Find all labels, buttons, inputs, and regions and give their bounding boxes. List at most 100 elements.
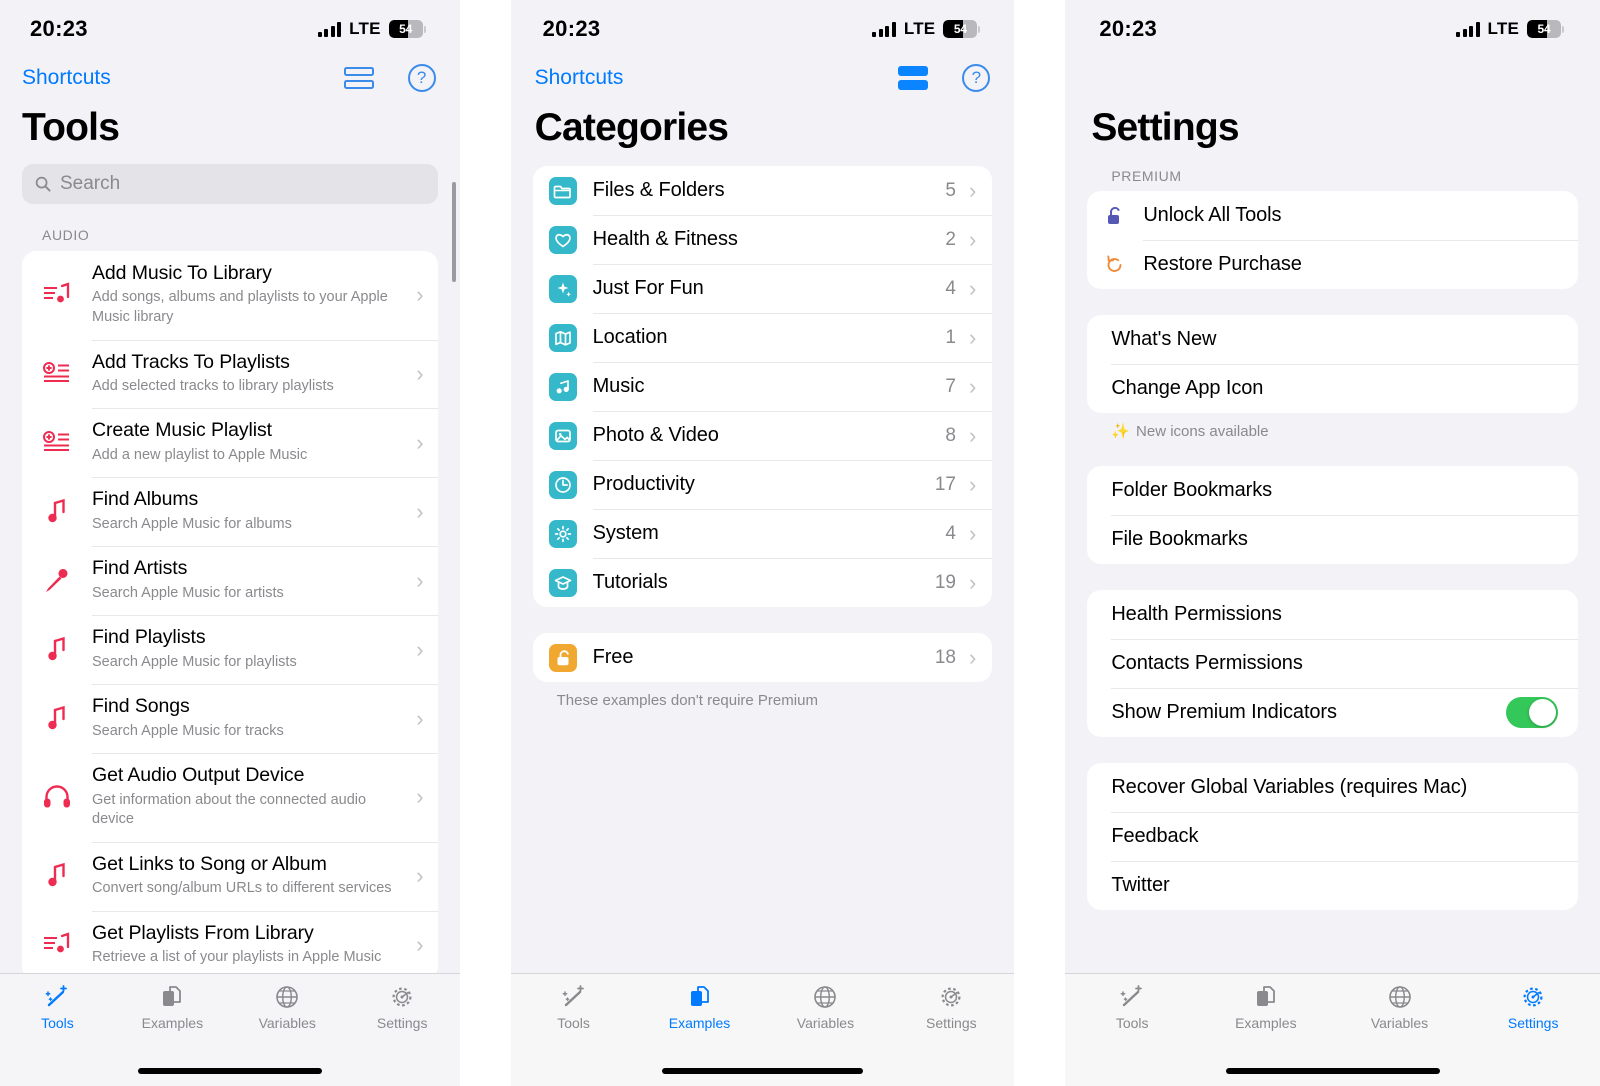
- tool-list-item[interactable]: Find Albums Search Apple Music for album…: [22, 477, 438, 546]
- misc-group: Recover Global Variables (requires Mac) …: [1065, 763, 1600, 910]
- settings-row[interactable]: What's New: [1087, 315, 1578, 364]
- app-group: What's New Change App Icon ✨ New icons a…: [1065, 315, 1600, 440]
- back-button-shortcuts[interactable]: Shortcuts: [22, 66, 111, 90]
- settings-row[interactable]: Change App Icon: [1087, 364, 1578, 413]
- tool-list-item[interactable]: Add Tracks To Playlists Add selected tra…: [22, 339, 438, 409]
- settings-row-label: Health Permissions: [1111, 603, 1282, 625]
- status-bar: 20:23 LTE 54: [0, 0, 460, 58]
- chevron-right-icon: ›: [416, 360, 424, 386]
- tool-list-item[interactable]: Find Songs Search Apple Music for tracks…: [22, 684, 438, 753]
- tab-examples[interactable]: Examples: [1199, 982, 1333, 1031]
- tool-list-item[interactable]: Get Audio Output Device Get information …: [22, 753, 438, 842]
- documents-stack-icon: [163, 986, 182, 1006]
- free-category-item[interactable]: Free 18 ›: [533, 633, 993, 682]
- tab-tools[interactable]: Tools: [511, 982, 637, 1031]
- tool-subtitle: Add a new playlist to Apple Music: [92, 446, 308, 463]
- tool-icon: [22, 636, 92, 663]
- navigation-actions: ?: [898, 64, 991, 92]
- scrollbar-indicator[interactable]: [451, 182, 456, 282]
- tab-variables[interactable]: Variables: [1333, 982, 1467, 1031]
- map-icon: [554, 330, 571, 346]
- premium-group: Unlock All Tools Restore Purchase: [1065, 191, 1600, 289]
- photo-icon: [554, 429, 571, 442]
- category-list-item[interactable]: Music 7 ›: [533, 362, 993, 411]
- phone-screen-categories: 20:23 LTE 54 Shortcuts ? Categories File…: [509, 0, 1015, 1086]
- settings-row-label: Change App Icon: [1111, 377, 1264, 399]
- back-button-shortcuts[interactable]: Shortcuts: [535, 66, 624, 90]
- tab-settings[interactable]: Settings: [1466, 982, 1600, 1031]
- category-list-item[interactable]: Location 1 ›: [533, 313, 993, 362]
- status-bar-indicators: LTE 54: [872, 19, 981, 39]
- free-label: Free: [592, 646, 634, 668]
- categories-list-card: Files & Folders 5 › Health & Fitness 2 ›…: [532, 166, 993, 607]
- home-indicator: [0, 1056, 460, 1086]
- sparkles-icon: [557, 282, 571, 297]
- settings-row[interactable]: Feedback: [1087, 812, 1578, 861]
- status-bar-indicators: LTE 54: [317, 19, 426, 39]
- tools-list-card: Add Music To Library Add songs, albums a…: [22, 251, 438, 973]
- tool-list-item[interactable]: Find Artists Search Apple Music for arti…: [22, 546, 438, 615]
- music-list-icon: [44, 282, 70, 303]
- tab-examples[interactable]: Examples: [637, 982, 763, 1031]
- tool-list-item[interactable]: Find Playlists Search Apple Music for pl…: [22, 615, 438, 684]
- restore-arrow-icon: [1107, 255, 1122, 272]
- category-list-item[interactable]: Files & Folders 5 ›: [533, 166, 993, 215]
- tool-list-item[interactable]: Get Playlists From Library Retrieve a li…: [22, 910, 438, 973]
- category-label: Tutorials: [592, 571, 668, 593]
- tab-variables[interactable]: Variables: [762, 982, 888, 1031]
- tab-settings[interactable]: Settings: [345, 982, 460, 1031]
- battery-icon: 54: [1527, 20, 1561, 38]
- folder-icon: [553, 185, 571, 198]
- tool-icon: [22, 282, 92, 308]
- tab-label: Settings: [376, 1015, 428, 1031]
- rows-layout-icon[interactable]: [898, 65, 929, 91]
- categories-scroll-area[interactable]: Files & Folders 5 › Health & Fitness 2 ›…: [511, 166, 1015, 973]
- category-list-item[interactable]: Productivity 17 ›: [533, 460, 993, 509]
- search-field[interactable]: [22, 164, 438, 204]
- settings-row[interactable]: Twitter: [1087, 861, 1578, 910]
- category-list-item[interactable]: Tutorials 19 ›: [533, 558, 993, 607]
- gear-icon: [554, 525, 571, 542]
- settings-row[interactable]: Recover Global Variables (requires Mac): [1087, 763, 1578, 812]
- tool-list-item[interactable]: Create Music Playlist Add a new playlist…: [22, 408, 438, 477]
- page-title: Categories: [534, 106, 729, 149]
- tab-variables[interactable]: Variables: [230, 982, 345, 1031]
- tool-list-item[interactable]: Add Music To Library Add songs, albums a…: [22, 251, 438, 340]
- tab-settings[interactable]: Settings: [888, 982, 1014, 1031]
- tab-tools[interactable]: Tools: [1065, 982, 1199, 1031]
- tab-tools[interactable]: Tools: [0, 982, 115, 1031]
- settings-row[interactable]: Contacts Permissions: [1087, 639, 1578, 688]
- help-circle-icon[interactable]: ?: [962, 64, 991, 92]
- search-input[interactable]: [60, 173, 425, 195]
- category-list-item[interactable]: Health & Fitness 2 ›: [533, 215, 993, 264]
- battery-icon: 54: [388, 20, 423, 38]
- screenshot-gutter: [1014, 0, 1065, 1086]
- tools-scroll-area[interactable]: AUDIO Add Music To Library Add songs, al…: [0, 164, 460, 973]
- category-list-item[interactable]: System 4 ›: [533, 509, 993, 558]
- help-circle-icon[interactable]: ?: [407, 64, 436, 92]
- rows-layout-icon[interactable]: [343, 65, 374, 91]
- settings-row[interactable]: File Bookmarks: [1087, 515, 1578, 564]
- sparkles-icon: ✨: [1111, 423, 1131, 440]
- unlock-icon: [1108, 206, 1121, 224]
- category-list-item[interactable]: Just For Fun 4 ›: [533, 264, 993, 313]
- graduation-cap-icon: [554, 575, 571, 590]
- settings-row-label: Show Premium Indicators: [1111, 701, 1337, 723]
- chevron-right-icon: ›: [969, 520, 977, 546]
- category-list-item[interactable]: Photo & Video 8 ›: [533, 411, 993, 460]
- chevron-right-icon: ›: [969, 373, 977, 399]
- permissions-group: Health Permissions Contacts Permissions …: [1065, 590, 1600, 737]
- category-icon: [548, 519, 577, 548]
- settings-row[interactable]: Unlock All Tools: [1087, 191, 1578, 240]
- settings-row[interactable]: Restore Purchase: [1087, 240, 1578, 289]
- settings-row[interactable]: Show Premium Indicators: [1087, 688, 1578, 737]
- settings-row[interactable]: Health Permissions: [1087, 590, 1578, 639]
- category-count: 5: [945, 179, 956, 201]
- tool-subtitle: Add selected tracks to library playlists: [92, 377, 334, 394]
- settings-scroll-area[interactable]: PREMIUM Unlock All Tools Restore Purchas…: [1065, 168, 1600, 973]
- settings-row[interactable]: Folder Bookmarks: [1087, 466, 1578, 515]
- tab-label: Tools: [557, 1015, 590, 1031]
- tool-list-item[interactable]: Get Links to Song or Album Convert song/…: [22, 841, 438, 911]
- tab-examples[interactable]: Examples: [115, 982, 230, 1031]
- premium-indicators-toggle[interactable]: [1506, 697, 1558, 728]
